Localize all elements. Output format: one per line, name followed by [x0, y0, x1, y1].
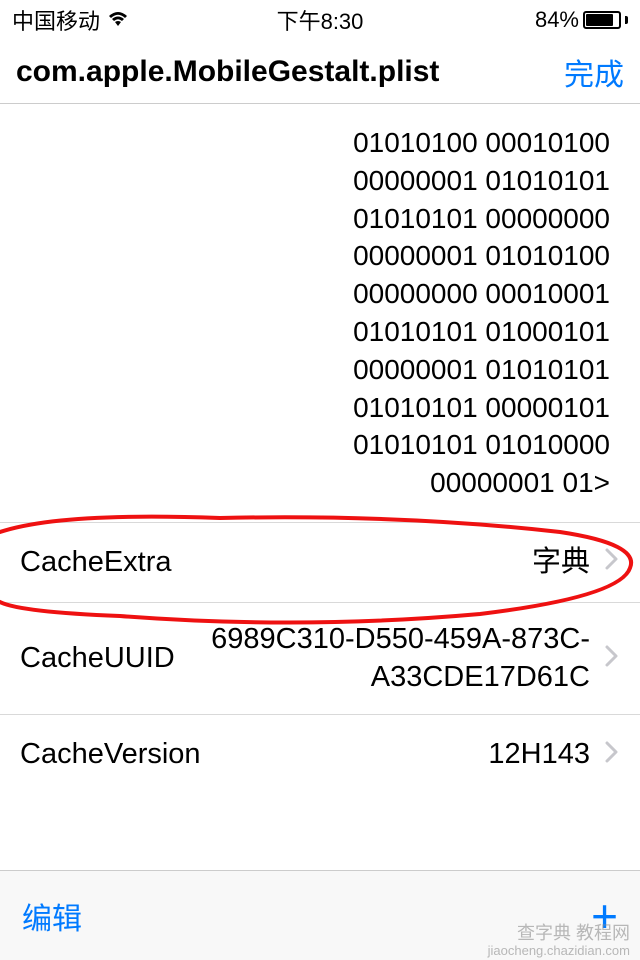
chevron-right-icon	[604, 642, 620, 676]
binary-line: 00000001 01010100	[20, 237, 610, 275]
watermark-line: jiaocheng.chazidian.com	[488, 944, 630, 958]
row-key: CacheVersion	[20, 738, 201, 771]
row-key: CacheExtra	[20, 546, 172, 579]
status-time: 下午8:30	[277, 4, 364, 36]
toolbar: 编辑 + 查字典 教程网 jiaocheng.chazidian.com	[0, 870, 640, 960]
binary-line: 00000001 01>	[20, 464, 610, 502]
watermark: 查字典 教程网 jiaocheng.chazidian.com	[488, 924, 630, 958]
binary-line: 01010101 01010000	[20, 426, 610, 464]
binary-line: 00000001 01010101	[20, 162, 610, 200]
battery-percent: 84%	[535, 7, 579, 33]
done-button[interactable]: 完成	[564, 50, 624, 94]
binary-line: 01010100 00010100	[20, 124, 610, 162]
status-left: 中国移动	[12, 4, 130, 36]
row-value: 字典	[172, 544, 604, 582]
status-right: 84%	[535, 7, 628, 33]
binary-line: 00000000 00010001	[20, 275, 610, 313]
watermark-line: 查字典 教程网	[488, 924, 630, 944]
chevron-right-icon	[604, 545, 620, 579]
row-value: 6989C310-D550-459A-873C-A33CDE17D61C	[175, 621, 604, 696]
nav-bar: com.apple.MobileGestalt.plist 完成	[0, 40, 640, 104]
page-title: com.apple.MobileGestalt.plist	[16, 55, 564, 89]
binary-line: 01010101 00000000	[20, 200, 610, 238]
binary-line: 00000001 01010101	[20, 351, 610, 389]
binary-line: 01010101 00000101	[20, 389, 610, 427]
row-cacheversion[interactable]: CacheVersion 12H143	[0, 714, 640, 794]
edit-button[interactable]: 编辑	[22, 894, 82, 938]
content-area[interactable]: 01010100 00010100 00000001 01010101 0101…	[0, 104, 640, 870]
row-cacheuuid[interactable]: CacheUUID 6989C310-D550-459A-873C-A33CDE…	[0, 602, 640, 714]
row-key: CacheUUID	[20, 642, 175, 675]
wifi-icon	[106, 7, 130, 33]
chevron-right-icon	[604, 738, 620, 772]
row-value: 12H143	[201, 736, 604, 774]
carrier-label: 中国移动	[12, 4, 100, 36]
row-cacheextra[interactable]: CacheExtra 字典	[0, 522, 640, 602]
status-bar: 中国移动 下午8:30 84%	[0, 0, 640, 40]
battery-indicator: 84%	[535, 7, 628, 33]
binary-data-block: 01010100 00010100 00000001 01010101 0101…	[0, 104, 640, 522]
battery-icon	[583, 11, 621, 29]
binary-line: 01010101 01000101	[20, 313, 610, 351]
